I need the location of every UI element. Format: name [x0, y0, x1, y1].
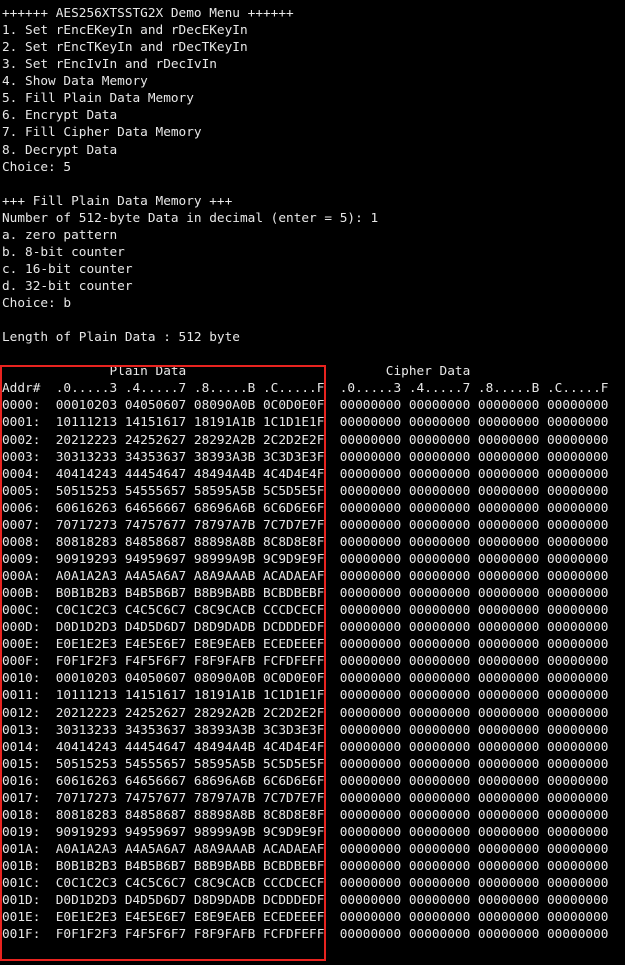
menu-item: 5. Fill Plain Data Memory — [2, 91, 194, 107]
plain-data-highlight-box — [0, 365, 326, 961]
pattern-option: c. 16-bit counter — [2, 261, 133, 277]
menu-item: 1. Set rEncEKeyIn and rDecEKeyIn — [2, 23, 248, 39]
choice-prompt: Choice: b — [2, 296, 72, 311]
plain-data-length: Length of Plain Data : 512 byte — [2, 330, 240, 346]
terminal-window: { "menu_lines": [ "++++++ AES256XTSSTG2X… — [0, 0, 625, 965]
menu-item: 2. Set rEncTKeyIn and rDecTKeyIn — [2, 40, 248, 56]
menu-title: ++++++ AES256XTSSTG2X Demo Menu ++++++ — [2, 6, 294, 21]
menu-item: 4. Show Data Memory — [2, 74, 148, 90]
menu-item: 7. Fill Cipher Data Memory — [2, 125, 202, 141]
count-prompt: Number of 512-byte Data in decimal (ente… — [2, 210, 379, 226]
menu-item: 8. Decrypt Data — [2, 142, 118, 158]
choice-prompt: Choice: 5 — [2, 159, 72, 175]
menu-item: 6. Encrypt Data — [2, 108, 118, 124]
section-title: +++ Fill Plain Data Memory +++ — [2, 193, 233, 209]
pattern-option: b. 8-bit counter — [2, 244, 125, 260]
pattern-option: d. 32-bit counter — [2, 279, 133, 294]
pattern-option: a. zero pattern — [2, 227, 118, 243]
menu-item: 3. Set rEncIvIn and rDecIvIn — [2, 57, 217, 73]
